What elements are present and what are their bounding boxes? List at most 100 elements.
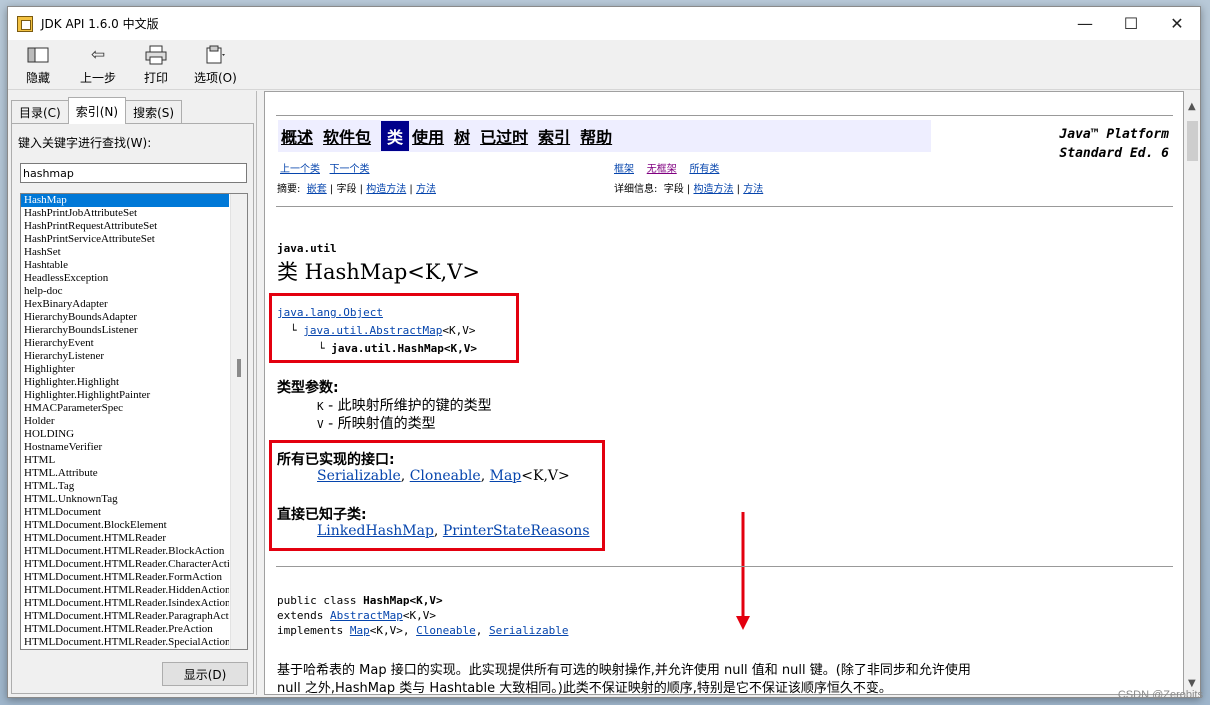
- summary-ctor-link[interactable]: 构造方法: [366, 184, 406, 195]
- index-scroll-thumb[interactable]: [237, 359, 241, 377]
- decl-impl-map-link[interactable]: Map: [350, 624, 370, 637]
- display-button[interactable]: 显示(D): [162, 662, 248, 686]
- decl-name: HashMap<K,V>: [363, 594, 443, 607]
- print-button[interactable]: 打印: [144, 44, 168, 86]
- index-list-item[interactable]: Holder: [21, 415, 229, 428]
- nav-index[interactable]: 索引: [538, 124, 570, 148]
- index-list-item[interactable]: HTMLDocument.HTMLReader.FormAction: [21, 571, 229, 584]
- index-list-item[interactable]: HTMLDocument: [21, 506, 229, 519]
- index-list-item[interactable]: HashPrintServiceAttributeSet: [21, 233, 229, 246]
- index-list-item[interactable]: HierarchyBoundsAdapter: [21, 311, 229, 324]
- sep: |: [686, 184, 691, 195]
- index-list-item[interactable]: HTML.Tag: [21, 480, 229, 493]
- content-scroll-thumb[interactable]: [1187, 121, 1198, 161]
- index-list-item[interactable]: HTML: [21, 454, 229, 467]
- index-list-item[interactable]: HTMLDocument.HTMLReader.BlockAction: [21, 545, 229, 558]
- index-list-item[interactable]: HTMLDocument.HTMLReader.PreAction: [21, 623, 229, 636]
- index-list-item[interactable]: Highlighter.Highlight: [21, 376, 229, 389]
- index-list-item[interactable]: HTMLDocument.HTMLReader: [21, 532, 229, 545]
- index-list-item[interactable]: HashMap: [21, 194, 229, 207]
- decl-super-params: <K,V>: [402, 609, 436, 622]
- subclass-linkedhashmap-link[interactable]: LinkedHashMap: [317, 523, 434, 539]
- scroll-up-icon[interactable]: ▲: [1188, 101, 1196, 112]
- nav-package[interactable]: 软件包: [323, 124, 371, 148]
- index-list-item[interactable]: HashSet: [21, 246, 229, 259]
- hierarchy-root-text[interactable]: java.lang.Object: [277, 306, 383, 319]
- hierarchy-mid-link[interactable]: java.util.AbstractMap: [303, 324, 442, 337]
- class-title: 类 HashMap<K,V>: [277, 260, 480, 284]
- summary-nested-link[interactable]: 嵌套: [307, 184, 327, 195]
- nav-use[interactable]: 使用: [412, 124, 444, 148]
- index-list-item[interactable]: HOLDING: [21, 428, 229, 441]
- type-param-v-name: V: [317, 418, 324, 431]
- scroll-down-icon[interactable]: ▼: [1188, 678, 1196, 689]
- hide-button[interactable]: 隐藏: [26, 44, 50, 86]
- hierarchy-mid-params: <K,V>: [442, 324, 476, 337]
- back-button[interactable]: ⇦ 上一步: [80, 44, 116, 86]
- index-list-item[interactable]: HierarchyBoundsListener: [21, 324, 229, 337]
- doc-content: 概述 软件包 类 使用 树 已过时 索引 帮助 Java™ Platform S…: [264, 91, 1184, 695]
- index-list-item[interactable]: HostnameVerifier: [21, 441, 229, 454]
- index-list-item[interactable]: HeadlessException: [21, 272, 229, 285]
- hide-pane-icon: [27, 44, 49, 66]
- index-list-item[interactable]: help-doc: [21, 285, 229, 298]
- detail-ctor-link[interactable]: 构造方法: [693, 184, 733, 195]
- index-list-scrollbar[interactable]: [230, 194, 247, 649]
- index-list-item[interactable]: Highlighter.HighlightPainter: [21, 389, 229, 402]
- tab-search[interactable]: 搜索(S): [125, 100, 183, 124]
- summary-method-link[interactable]: 方法: [416, 184, 436, 195]
- index-list-item[interactable]: Highlighter: [21, 363, 229, 376]
- index-list-item[interactable]: Hashtable: [21, 259, 229, 272]
- back-label: 上一步: [80, 71, 117, 85]
- decl-impl-serializable-link[interactable]: Serializable: [489, 624, 568, 637]
- next-class-link[interactable]: 下一个类: [330, 164, 370, 175]
- nav-help[interactable]: 帮助: [580, 124, 612, 148]
- no-frames-link[interactable]: 无框架: [647, 164, 677, 175]
- nav-overview[interactable]: 概述: [281, 124, 313, 148]
- interface-map-link[interactable]: Map: [490, 468, 522, 484]
- minimize-button[interactable]: —: [1062, 7, 1108, 40]
- subclass-printerstatereasons-link[interactable]: PrinterStateReasons: [443, 523, 590, 539]
- all-classes-link[interactable]: 所有类: [689, 164, 719, 175]
- index-list-item[interactable]: HMACParameterSpec: [21, 402, 229, 415]
- index-list[interactable]: HashMap HashPrintJobAttributeSet HashPrint…: [20, 193, 248, 650]
- index-list-item[interactable]: HexBinaryAdapter: [21, 298, 229, 311]
- interface-cloneable-link[interactable]: Cloneable: [410, 468, 481, 484]
- close-button[interactable]: ✕: [1154, 7, 1200, 40]
- index-list-item[interactable]: HTMLDocument.HTMLReader.SpecialAction: [21, 636, 229, 649]
- prev-class-link[interactable]: 上一个类: [280, 164, 320, 175]
- maximize-button[interactable]: ☐: [1108, 7, 1154, 40]
- detail-method-link[interactable]: 方法: [743, 184, 763, 195]
- index-list-item[interactable]: HTML.UnknownTag: [21, 493, 229, 506]
- keyword-input[interactable]: [20, 163, 247, 183]
- decl-impl-cloneable-link[interactable]: Cloneable: [416, 624, 476, 637]
- tab-contents[interactable]: 目录(C): [11, 100, 69, 124]
- index-list-item[interactable]: HashPrintRequestAttributeSet: [21, 220, 229, 233]
- navigation-pane: 目录(C) 索引(N) 搜索(S) 键入关键字进行查找(W): HashMap H…: [8, 91, 257, 695]
- options-label: 选项(O): [194, 71, 237, 85]
- index-list-item[interactable]: HTMLDocument.HTMLReader.CharacterActio: [21, 558, 229, 571]
- subclasses-list: LinkedHashMap, PrinterStateReasons: [317, 523, 590, 539]
- index-list-item[interactable]: HTML.Attribute: [21, 467, 229, 480]
- index-list-item[interactable]: HierarchyListener: [21, 350, 229, 363]
- tab-index[interactable]: 索引(N): [67, 97, 127, 124]
- decl-implements: implements: [277, 624, 350, 637]
- decl-super-link[interactable]: AbstractMap: [330, 609, 403, 622]
- sep: |: [329, 184, 334, 195]
- frames-link[interactable]: 框架: [614, 164, 634, 175]
- content-scrollbar[interactable]: ▲ ▼: [1184, 91, 1200, 695]
- nav-deprecated[interactable]: 已过时: [480, 124, 528, 148]
- index-list-item[interactable]: HTMLDocument.BlockElement: [21, 519, 229, 532]
- hierarchy-root-link[interactable]: java.lang.Object: [277, 306, 383, 319]
- index-list-item[interactable]: HierarchyEvent: [21, 337, 229, 350]
- index-list-item[interactable]: HashPrintJobAttributeSet: [21, 207, 229, 220]
- options-button[interactable]: 选项(O): [194, 44, 237, 86]
- comma: ,: [480, 468, 486, 484]
- index-list-item[interactable]: HTMLDocument.HTMLReader.IsindexAction: [21, 597, 229, 610]
- index-list-item[interactable]: HTMLDocument.HTMLReader.ParagraphActic: [21, 610, 229, 623]
- desc-line1: 基于哈希表的 Map 接口的实现。此实现提供所有可选的映射操作,并允许使用 nu…: [277, 663, 971, 678]
- interface-serializable-link[interactable]: Serializable: [317, 468, 401, 484]
- nav-tree[interactable]: 树: [454, 124, 470, 148]
- index-list-item[interactable]: HTMLDocument.HTMLReader.HiddenAction: [21, 584, 229, 597]
- comma: ,: [402, 624, 410, 637]
